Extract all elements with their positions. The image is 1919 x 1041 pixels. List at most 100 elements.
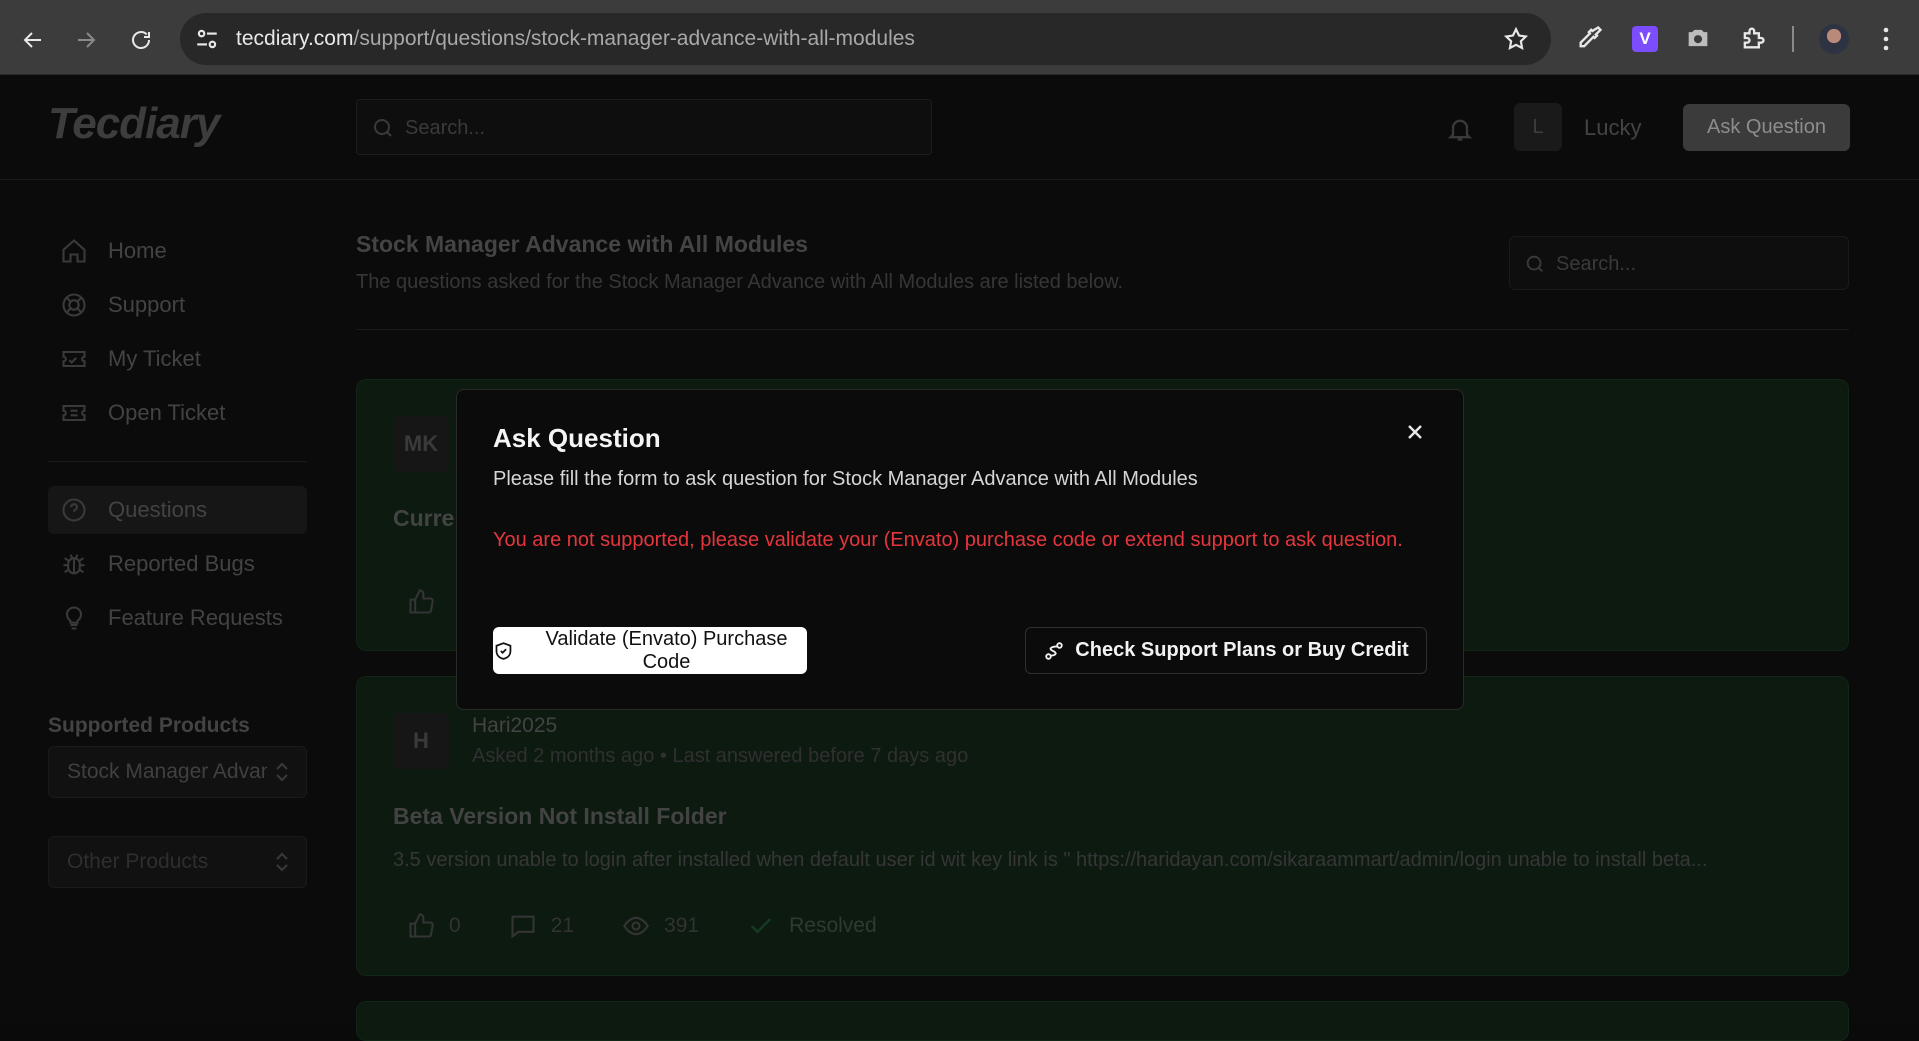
extension-camera[interactable] [1684,24,1712,52]
sidebar-item-label: Reported Bugs [108,551,255,576]
page-subtitle: The questions asked for the Stock Manage… [356,271,1124,293]
home-icon [62,239,86,263]
status-badge: Resolved [747,912,877,940]
chevron-updown-icon [276,852,288,872]
sidebar-item-feature-requests[interactable]: Feature Requests [48,594,307,642]
route-icon [1045,641,1064,660]
dialog-title: Ask Question [493,423,661,453]
sidebar-item-label: Questions [108,497,208,522]
other-products-value: Other Products [67,850,209,873]
supported-products-value: Stock Manager Advance with All Modules [67,760,267,783]
views-count: 391 [664,914,700,937]
supported-products-heading: Supported Products [48,714,250,737]
question-meta: Asked 2 months ago • Last answered befor… [472,745,969,767]
question-title[interactable]: Curre [393,505,454,532]
sidebar-item-label: Home [108,238,167,263]
other-products-select[interactable]: Other Products [48,836,307,888]
comments-stat[interactable]: 21 [509,912,574,940]
eyedropper-icon [1579,26,1603,48]
thumbs-up-icon [409,589,434,614]
ask-question-button[interactable]: Ask Question [1683,104,1850,151]
url-domain: tecdiary.com [236,27,354,50]
sidebar-item-label: Support [108,292,186,317]
search-icon [1526,255,1543,272]
close-icon [1408,425,1422,439]
sidebar-item-questions[interactable]: Questions [48,486,307,534]
questions-search [1509,236,1849,290]
supported-products-select[interactable]: Stock Manager Advance with All Modules [48,746,307,798]
dialog-description: Please fill the form to ask question for… [493,468,1198,490]
site-header: Tecdiary L Lucky Ask Question [0,75,1919,180]
bell-icon[interactable] [1446,115,1474,143]
user-name[interactable]: Lucky [1584,115,1641,141]
sidebar-item-label: Feature Requests [108,605,283,630]
puzzle-icon [1743,27,1765,49]
search-icon [374,119,392,137]
support-plans-button[interactable]: Check Support Plans or Buy Credit [1025,627,1427,674]
eye-icon [623,916,649,936]
extension-eyedropper[interactable] [1576,24,1604,52]
arrow-left-icon [23,32,41,48]
arrow-right-icon [78,32,96,48]
comment-icon [511,915,535,939]
content-divider [356,329,1849,330]
reload-icon [132,31,150,49]
ticket-icon [62,404,86,422]
questions-search-input[interactable] [1556,250,1836,278]
sidebar-item-reported-bugs[interactable]: Reported Bugs [48,540,307,588]
sidebar-item-support[interactable]: Support [48,281,307,329]
sidebar-item-open-ticket[interactable]: Open Ticket [48,389,307,437]
views-stat: 391 [622,912,699,940]
bookmark-star-icon[interactable] [1503,26,1529,52]
question-title[interactable]: Beta Version Not Install Folder [393,803,727,830]
ask-question-dialog: Ask Question Please fill the form to ask… [456,389,1464,710]
likes-stat[interactable]: 0 [407,912,461,940]
camera-icon [1688,29,1708,47]
comments-count: 21 [550,914,575,937]
profile-avatar[interactable] [1819,24,1849,54]
forward-button[interactable] [68,22,104,58]
site-logo[interactable]: Tecdiary [48,99,220,149]
url-path: /support/questions/stock-manager-advance… [353,27,915,50]
sidebar-item-label: Open Ticket [108,400,226,425]
close-button[interactable] [1403,420,1427,444]
extension-v-icon[interactable]: V [1632,26,1658,52]
thumbs-up-icon [409,913,434,938]
question-excerpt: 3.5 version unable to login after instal… [393,849,1708,871]
sidebar-item-my-ticket[interactable]: My Ticket [48,335,307,383]
question-stats: 0 21 391 Resolved [407,912,925,940]
likes-stat[interactable] [407,588,449,616]
site-info-icon[interactable] [194,26,220,52]
user-avatar[interactable]: L [1514,103,1562,151]
header-search-input[interactable] [405,114,905,142]
bug-icon [63,554,85,575]
question-card[interactable] [356,1001,1849,1041]
page-title: Stock Manager Advance with All Modules [356,231,808,257]
header-search [356,99,932,155]
status-label: Resolved [789,914,877,937]
chevron-updown-icon [276,762,288,782]
check-icon [750,918,772,934]
sidebar-item-home[interactable]: Home [48,227,307,275]
reload-button[interactable] [123,22,159,58]
ticket-icon [62,350,86,368]
extensions-menu[interactable] [1739,24,1767,52]
toolbar-separator [1792,26,1794,52]
not-supported-error: You are not supported, please validate y… [493,529,1403,551]
author-name[interactable]: Hari2025 [472,714,557,738]
back-button[interactable] [15,22,51,58]
shield-check-icon [495,641,512,660]
author-avatar: H [393,713,449,769]
lifebuoy-icon [62,293,86,317]
lightbulb-icon [65,606,83,630]
plans-button-label: Check Support Plans or Buy Credit [1075,639,1409,661]
question-card[interactable]: H Hari2025 Asked 2 months ago • Last ans… [356,676,1849,976]
browser-toolbar: tecdiary.com/support/questions/stock-man… [0,0,1919,75]
validate-button-label: Validate (Envato) Purchase Code [545,627,788,673]
question-circle-icon [62,498,86,522]
url-text[interactable]: tecdiary.com/support/questions/stock-man… [236,27,915,51]
more-vert-icon[interactable] [1874,24,1898,54]
address-bar[interactable]: tecdiary.com/support/questions/stock-man… [180,13,1551,65]
sidebar-divider [48,461,307,462]
validate-purchase-code-button[interactable]: Validate (Envato) Purchase Code [493,627,807,674]
